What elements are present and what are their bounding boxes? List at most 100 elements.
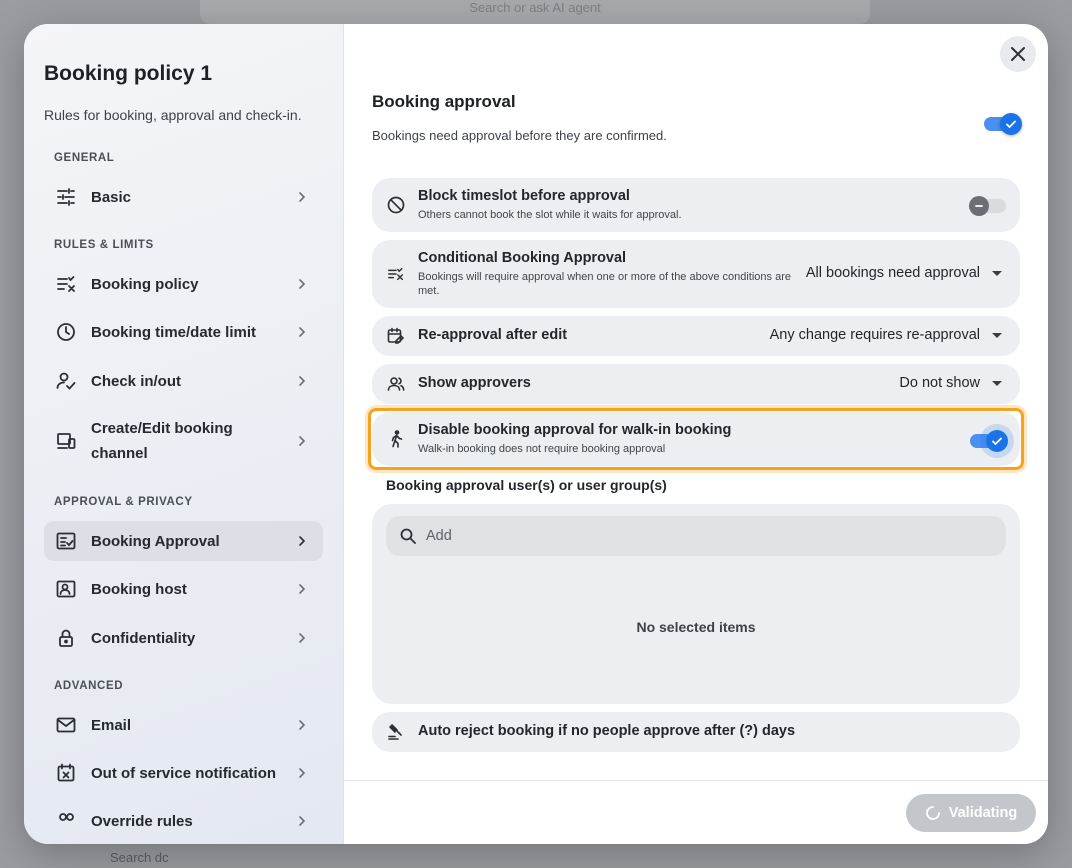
row-title: Block timeslot before approval <box>418 188 630 204</box>
validating-button[interactable]: Validating <box>906 794 1036 832</box>
sidebar-item-override-rules[interactable]: Override rules <box>44 801 323 841</box>
section-approval: APPROVAL & PRIVACY <box>54 496 193 508</box>
sidebar-item-label: Out of service notification <box>91 764 277 782</box>
auto-reject-row[interactable]: Auto reject booking if no people approve… <box>372 712 1020 752</box>
sidebar-item-label: Booking host <box>91 580 187 598</box>
section-title: Booking approval <box>372 92 516 111</box>
sidebar-item-booking-approval[interactable]: Booking Approval <box>44 521 323 561</box>
toggle-knob <box>986 430 1008 452</box>
calendar-edit-icon <box>386 326 406 346</box>
sidebar-item-check-in-out[interactable]: Check in/out <box>44 361 323 401</box>
close-button[interactable] <box>1000 36 1036 72</box>
dropdown-arrow-icon <box>992 380 1002 386</box>
booking-approval-toggle[interactable] <box>984 112 1022 135</box>
dropdown-arrow-icon <box>992 270 1002 276</box>
footer: Validating <box>344 780 1048 844</box>
check-icon <box>1006 120 1016 129</box>
devices-icon <box>55 430 77 452</box>
dropdown-arrow-icon <box>992 332 1002 338</box>
chevron-right-icon <box>299 536 306 546</box>
toggle-knob <box>969 196 989 216</box>
row-title: Auto reject booking if no people approve… <box>418 723 796 739</box>
sidebar-item-booking-channel[interactable]: Create/Edit booking channel <box>44 412 323 470</box>
section-description: Bookings need approval before they are c… <box>372 128 667 143</box>
main-panel: Booking approval Bookings need approval … <box>344 24 1048 844</box>
sidebar-item-booking-policy[interactable]: Booking policy <box>44 264 323 304</box>
override-icon <box>55 810 77 832</box>
sidebar-item-label: Confidentiality <box>91 629 196 647</box>
badge-icon <box>55 578 77 600</box>
chevron-right-icon <box>299 720 306 730</box>
sidebar-item-confidentiality[interactable]: Confidentiality <box>44 618 323 658</box>
sidebar-item-label: Check in/out <box>91 372 182 390</box>
rule-icon <box>386 264 406 284</box>
chevron-right-icon <box>299 192 306 202</box>
sliders-icon <box>55 186 77 208</box>
sidebar-item-label: Create/Edit booking channel <box>91 420 233 462</box>
person-check-icon <box>55 370 77 392</box>
lock-icon <box>55 627 77 649</box>
policy-title: Booking policy 1 <box>44 62 213 85</box>
approvers-label: Booking approval user(s) or user group(s… <box>386 477 667 493</box>
block-icon <box>386 195 406 215</box>
rule-icon <box>55 273 77 295</box>
row-title: Conditional Booking Approval <box>418 250 627 266</box>
select-value: Do not show <box>899 375 980 391</box>
approvers-picker: No selected items <box>372 504 1020 704</box>
background-bottom-text: Search dc <box>110 850 169 865</box>
approvers-search[interactable] <box>386 516 1006 556</box>
sidebar-item-email[interactable]: Email <box>44 705 323 745</box>
reapproval-row: Re-approval after edit Any change requir… <box>372 316 1020 356</box>
sidebar-item-booking-host[interactable]: Booking host <box>44 569 323 609</box>
people-icon <box>386 374 406 394</box>
gavel-icon <box>386 722 406 742</box>
sidebar-item-label: Basic <box>91 188 132 206</box>
chevron-right-icon <box>299 376 306 386</box>
conditional-approval-select[interactable]: All bookings need approval <box>806 265 1002 281</box>
toggle-knob <box>1000 113 1022 135</box>
background-search: Search or ask AI agent <box>200 0 870 24</box>
row-subtitle: Others cannot book the slot while it wai… <box>418 209 682 221</box>
row-title: Show approvers <box>418 375 531 391</box>
select-value: All bookings need approval <box>805 265 980 281</box>
clock-icon <box>55 321 77 343</box>
select-value: Any change requires re-approval <box>769 327 980 343</box>
chevron-right-icon <box>299 584 306 594</box>
sidebar-item-label: Booking time/date limit <box>91 323 257 341</box>
spinner-icon <box>925 806 940 820</box>
mail-icon <box>55 714 77 736</box>
empty-state-text: No selected items <box>636 619 756 635</box>
sidebar-item-label: Booking policy <box>91 275 199 293</box>
background-search-text: Search or ask AI agent <box>469 0 601 15</box>
policy-subtitle: Rules for booking, approval and check-in… <box>44 107 302 123</box>
walking-icon <box>386 429 406 449</box>
chevron-right-icon <box>299 327 306 337</box>
row-title: Disable booking approval for walk-in boo… <box>418 422 732 438</box>
sidebar-item-label: Email <box>91 716 132 734</box>
section-advanced: ADVANCED <box>54 680 124 692</box>
sidebar-item-basic[interactable]: Basic <box>44 177 323 217</box>
walkin-row: Disable booking approval for walk-in boo… <box>372 412 1020 466</box>
approval-icon <box>55 530 77 552</box>
show-approvers-select[interactable]: Do not show <box>899 375 1002 391</box>
reapproval-select[interactable]: Any change requires re-approval <box>770 327 1002 343</box>
chevron-right-icon <box>299 279 306 289</box>
block-timeslot-toggle[interactable] <box>969 194 1008 216</box>
section-rules: RULES & LIMITS <box>54 239 154 251</box>
block-timeslot-row: Block timeslot before approval Others ca… <box>372 178 1020 232</box>
section-general: GENERAL <box>54 152 115 164</box>
approvers-search-input[interactable] <box>426 528 986 544</box>
calendar-x-icon <box>55 762 77 784</box>
sidebar-item-label: Booking Approval <box>91 532 220 550</box>
chevron-right-icon <box>299 436 306 446</box>
check-icon <box>992 437 1002 446</box>
walkin-toggle[interactable] <box>970 429 1008 452</box>
sidebar-item-out-of-service[interactable]: Out of service notification <box>44 753 323 793</box>
sidebar-item-time-limit[interactable]: Booking time/date limit <box>44 312 323 352</box>
chevron-right-icon <box>299 633 306 643</box>
row-subtitle: Walk-in booking does not require booking… <box>418 443 666 455</box>
validating-label: Validating <box>948 805 1018 821</box>
policy-modal: Booking policy 1 Rules for booking, appr… <box>24 24 1048 844</box>
row-title: Re-approval after edit <box>418 327 568 343</box>
search-icon <box>400 528 416 544</box>
